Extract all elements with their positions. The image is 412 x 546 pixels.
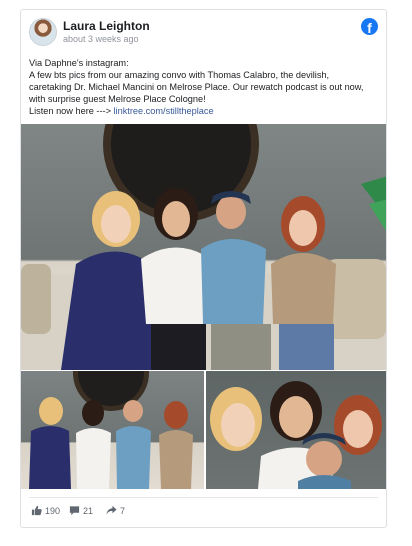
post-text-line: A few bts pics from our amazing convo wi… [29, 70, 330, 80]
thumbs-up-icon [31, 505, 42, 516]
secondary-photo-1[interactable] [21, 371, 204, 489]
secondary-photos [21, 371, 386, 489]
post-text-line: caretaking Dr. Michael Mancini on Melros… [29, 82, 364, 92]
comment-count-value: 21 [83, 505, 94, 516]
secondary-photo-1-illustration [29, 371, 193, 489]
like-count[interactable]: 190 [31, 505, 60, 516]
share-count-value: 7 [120, 505, 126, 516]
share-count[interactable]: 7 [106, 505, 125, 516]
avatar[interactable] [29, 18, 57, 46]
divider [29, 497, 378, 498]
main-photo[interactable] [21, 124, 386, 370]
post-card: Laura Leighton about 3 weeks ago f Via D… [20, 9, 387, 528]
facebook-icon[interactable]: f [361, 18, 378, 35]
post-timestamp[interactable]: about 3 weeks ago [63, 34, 139, 44]
comment-icon [69, 505, 80, 516]
like-count-value: 190 [45, 505, 61, 516]
secondary-photo-2-illustration [210, 381, 382, 489]
main-photo-illustration [21, 124, 386, 370]
secondary-photo-2[interactable] [206, 371, 386, 489]
post-header: Laura Leighton about 3 weeks ago f [29, 18, 378, 50]
post-text-line: Via Daphne's instagram: [29, 58, 129, 68]
post-text-line: Listen now here ---> linktree.com/stillt… [29, 105, 377, 117]
listen-prefix: Listen now here ---> [29, 106, 114, 116]
podcast-link[interactable]: linktree.com/stilltheplace [114, 106, 214, 116]
comment-count[interactable]: 21 [69, 505, 93, 516]
share-icon [106, 505, 117, 516]
author-name[interactable]: Laura Leighton [63, 19, 150, 33]
post-text: Via Daphne's instagram: A few bts pics f… [29, 57, 377, 117]
post-text-line: with surprise guest Melrose Place Cologn… [29, 94, 206, 104]
